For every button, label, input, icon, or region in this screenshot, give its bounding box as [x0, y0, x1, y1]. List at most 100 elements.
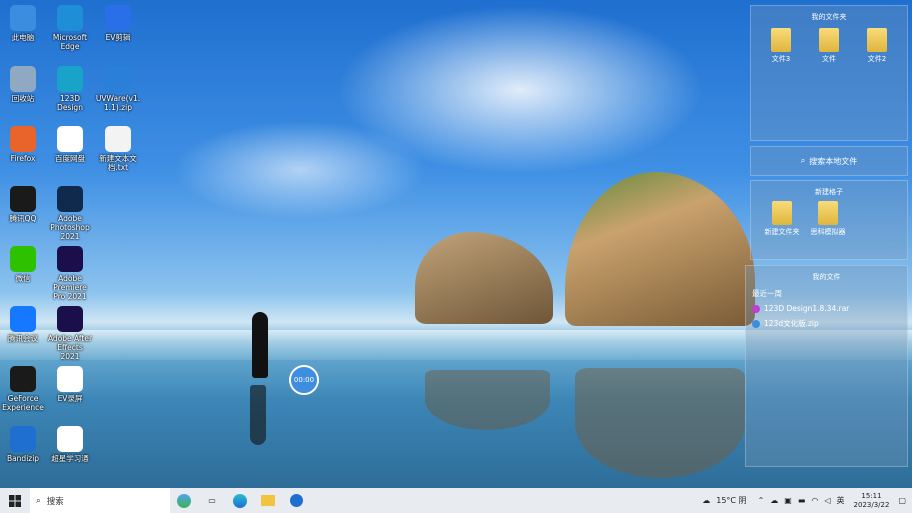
- folder-item[interactable]: 思科模拟器: [807, 201, 849, 237]
- clock-date: 2023/3/22: [853, 500, 890, 509]
- folder-item[interactable]: 文件2: [859, 28, 895, 64]
- desktop-icon[interactable]: 回收站: [0, 66, 46, 103]
- taskbar-search[interactable]: ⌕ 搜索: [30, 488, 170, 513]
- ev-clip-icon: [105, 5, 131, 31]
- weather-text[interactable]: 15°C 阴: [716, 495, 746, 506]
- file-name: 123D Design1.8.34.rar: [764, 304, 850, 313]
- desktop-icon-label: 123D Design: [57, 94, 83, 112]
- onedrive-icon[interactable]: ☁: [770, 496, 778, 505]
- desktop-icon[interactable]: Adobe Premiere Pro 2021: [47, 246, 93, 301]
- start-button[interactable]: [0, 488, 30, 513]
- recycle-bin-icon: [10, 66, 36, 92]
- chaoxing-icon: [57, 426, 83, 452]
- folder-item[interactable]: 新建文件夹: [761, 201, 803, 237]
- clock[interactable]: 15:11 2023/3/22: [854, 492, 890, 510]
- cloud-icon: ☁: [702, 496, 711, 505]
- ev-recorder-icon: [57, 366, 83, 392]
- desktop-icon[interactable]: 此电脑: [0, 5, 46, 42]
- folder-label: 文件2: [867, 55, 887, 63]
- desktop-icon-label: 腾讯QQ: [9, 214, 37, 223]
- folder-icon: [819, 28, 839, 52]
- battery-icon[interactable]: ▬: [798, 496, 806, 505]
- baidu-netdisk-icon: [57, 126, 83, 152]
- desktop-icon[interactable]: EV录屏: [47, 366, 93, 403]
- recent-section-label: 最近一周: [752, 289, 782, 298]
- desktop-icon[interactable]: 腾讯QQ: [0, 186, 46, 223]
- geforce-icon: [10, 366, 36, 392]
- desktop-icon-label: 超星学习通: [51, 454, 89, 463]
- volume-icon[interactable]: ◁: [824, 496, 830, 505]
- folder-item[interactable]: 文件3: [763, 28, 799, 64]
- desktop-icon[interactable]: EV剪辑: [95, 5, 141, 42]
- wechat-icon: [10, 246, 36, 272]
- local-search-box[interactable]: ⌕ 搜索本地文件: [750, 146, 908, 176]
- zip-icon: [105, 66, 131, 92]
- notification-icon[interactable]: ▢: [898, 496, 906, 505]
- text-file-icon: [105, 126, 131, 152]
- file-row[interactable]: 123D Design1.8.34.rar: [746, 301, 907, 316]
- desktop-icon-label: Adobe Photoshop 2021: [50, 214, 90, 241]
- search-placeholder: 搜索: [46, 496, 64, 507]
- search-icon: ⌕: [36, 495, 41, 506]
- edge-icon: [57, 5, 83, 31]
- widget-my-folders: 我的文件夹 文件3 文件 文件2: [750, 5, 908, 141]
- folder-icon: [771, 28, 791, 52]
- desktop-icon-label: Bandizip: [6, 454, 40, 463]
- desktop-icon[interactable]: Adobe Photoshop 2021: [47, 186, 93, 241]
- desktop-icon[interactable]: Firefox: [0, 126, 46, 163]
- desktop-icon[interactable]: Adobe After Effects 2021: [47, 306, 93, 361]
- widget-new-box: 新建格子 新建文件夹 思科模拟器: [750, 180, 908, 260]
- folder-icon: [867, 28, 887, 52]
- tencent-meeting-icon: [10, 306, 36, 332]
- desktop-icon-label: 百度网盘: [55, 154, 85, 163]
- desktop-icon[interactable]: 新建文本文档.txt: [95, 126, 141, 172]
- file-explorer-icon[interactable]: [254, 488, 282, 513]
- folder-label: 新建文件夹: [764, 228, 800, 236]
- rock-arch-reflection: [575, 368, 745, 478]
- computer-icon: [10, 5, 36, 31]
- desktop-icon[interactable]: 123D Design: [47, 66, 93, 112]
- bandizip-taskbar-icon[interactable]: [282, 488, 310, 513]
- photoshop-icon: [57, 186, 83, 212]
- task-view-icon[interactable]: ▭: [198, 488, 226, 513]
- desktop-icon[interactable]: 百度网盘: [47, 126, 93, 163]
- desktop-icon-label: Adobe Premiere Pro 2021: [53, 274, 87, 301]
- archive-icon: [752, 304, 760, 313]
- desktop-icon-label: 新建文本文档.txt: [99, 154, 137, 172]
- qq-icon: [10, 186, 36, 212]
- folder-label: 文件: [822, 55, 836, 63]
- folder-item[interactable]: 文件: [811, 28, 847, 64]
- taskbar: ⌕ 搜索 ▭ ☁ 15°C 阴 ⌃ ☁ ▣ ▬ ◠ ◁ 英 15:11 2023…: [0, 488, 912, 513]
- file-row[interactable]: 123d文化版.zip: [746, 316, 907, 331]
- zip-icon: [752, 319, 760, 328]
- folder-label: 文件3: [771, 55, 791, 63]
- desktop-icon[interactable]: 超星学习通: [47, 426, 93, 463]
- desktop-icon-label: 微信: [15, 274, 31, 283]
- rock-left-reflection: [425, 370, 550, 430]
- ime-indicator[interactable]: 英: [837, 495, 845, 506]
- wifi-icon[interactable]: ◠: [811, 496, 818, 505]
- desktop-icon-label: 此电脑: [11, 33, 35, 42]
- desktop-icon-label: 腾讯会议: [8, 334, 38, 343]
- desktop-icon[interactable]: GeForce Experience: [0, 366, 46, 412]
- recording-timer[interactable]: 00:00: [289, 365, 319, 395]
- folder-icon: [818, 201, 838, 225]
- network-icon[interactable]: ▣: [784, 496, 792, 505]
- clock-time: 15:11: [861, 491, 882, 500]
- folder-icon: [772, 201, 792, 225]
- desktop-icon[interactable]: Microsoft Edge: [47, 5, 93, 51]
- runner-reflection: [250, 385, 266, 445]
- desktop-icon[interactable]: 微信: [0, 246, 46, 283]
- desktop-icon-label: Firefox: [10, 154, 36, 163]
- chevron-up-icon[interactable]: ⌃: [758, 496, 765, 505]
- desktop-icon[interactable]: 腾讯会议: [0, 306, 46, 343]
- desktop-icon[interactable]: UVWare(v1.1.1).zip: [95, 66, 141, 112]
- desktop-icon-label: Adobe After Effects 2021: [47, 334, 93, 361]
- search-icon: ⌕: [800, 156, 806, 165]
- widget-title: 我的文件夹: [811, 13, 847, 21]
- rock-arch: [565, 172, 755, 326]
- edge-taskbar-icon[interactable]: [226, 488, 254, 513]
- desktop-icon[interactable]: Bandizip: [0, 426, 46, 463]
- system-tray: ☁ 15°C 阴 ⌃ ☁ ▣ ▬ ◠ ◁ 英 15:11 2023/3/22 ▢: [699, 488, 912, 513]
- weather-globe-icon[interactable]: [170, 488, 198, 513]
